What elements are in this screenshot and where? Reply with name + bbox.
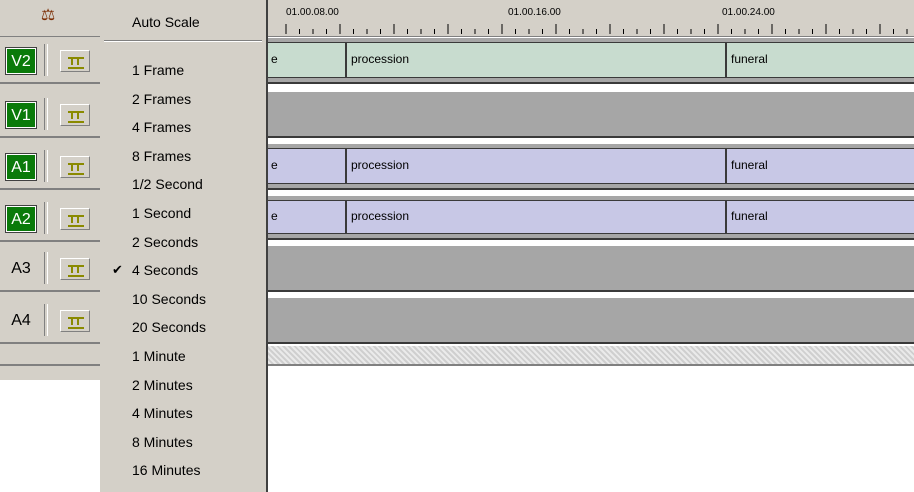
track-lane-v2[interactable]: e procession funeral [266,38,914,84]
menu-item-label: 8 Minutes [132,433,193,450]
track-lane-v1[interactable] [268,92,914,138]
menu-item[interactable]: 8 Minutes [100,428,266,456]
track-toggle-v2[interactable]: V2 [5,47,37,75]
menu-item-label: 8 Frames [132,147,192,164]
menu-item-auto-scale[interactable]: Auto Scale [100,8,266,36]
track-lane-a3[interactable] [268,246,914,292]
menu-item[interactable]: 1 Second [100,199,266,227]
clip[interactable]: procession [346,200,726,234]
checkmark-icon: ✔ [112,262,123,278]
clip[interactable]: funeral [726,200,914,234]
balance-scale-icon[interactable]: ⚖ [36,6,60,26]
timecode-ruler[interactable]: 01.00.08.00 01.00.16.00 01.00.24.00 [268,0,914,37]
menu-item[interactable]: 1/2 Second [100,170,266,198]
divider [44,98,48,130]
menu-item[interactable]: 4 Minutes [100,399,266,427]
divider [44,304,48,336]
menu-item-label: 4 Minutes [132,405,193,422]
menu-item[interactable]: 2 Seconds [100,228,266,256]
menu-item[interactable]: 8 Frames [100,142,266,170]
sync-lock-icon[interactable] [60,208,90,230]
clip[interactable]: e [266,42,346,78]
sync-lock-icon[interactable] [60,258,90,280]
track-toggle-a1[interactable]: A1 [5,153,37,181]
track-lane-a1[interactable]: e procession funeral [266,144,914,190]
divider [44,252,48,284]
track-toggle-a4[interactable]: A4 [6,308,36,334]
track-lane-a2[interactable]: e procession funeral [266,196,914,240]
track-toggle-v1[interactable]: V1 [5,101,37,129]
menu-item[interactable]: 2 Minutes [100,371,266,399]
menu-item-label: 20 Seconds [132,319,206,336]
menu-item[interactable]: 1 Minute [100,342,266,370]
track-lane-a4[interactable] [268,298,914,344]
sync-lock-icon[interactable] [60,104,90,126]
menu-item[interactable]: 16 Minutes [100,456,266,484]
menu-item-label: 2 Frames [132,90,192,107]
clip[interactable]: e [266,200,346,234]
menu-item-label: 2 Minutes [132,376,193,393]
sync-lock-icon[interactable] [60,310,90,332]
track-header-a1: A1 [0,144,100,190]
scale-header: ⚖ [0,0,100,37]
menu-item[interactable]: ✔ 4 Seconds [100,256,266,284]
sync-lock-icon[interactable] [60,50,90,72]
menu-item-label: 2 Seconds [132,233,199,250]
clip[interactable]: procession [346,42,726,78]
menu-item[interactable]: 1 Frame [100,56,266,84]
menu-item[interactable]: 10 Seconds [100,285,266,313]
menu-item-label: 1/2 Second [132,176,203,193]
ruler-tick-label: 01.00.16.00 [508,7,561,18]
scrollbar-left-cap [0,346,100,366]
menu-item-label: 4 Frames [132,119,192,136]
track-header-v2: V2 [0,38,100,84]
clip[interactable]: e [266,148,346,184]
menu-item-label: 1 Minute [132,348,186,364]
divider [44,44,48,76]
sync-lock-icon[interactable] [60,156,90,178]
menu-item-label: 16 Minutes [132,462,201,479]
ruler-ticks [285,24,908,34]
track-header-a4: A4 [0,298,100,344]
track-toggle-a3[interactable]: A3 [6,256,36,282]
clip[interactable]: funeral [726,148,914,184]
track-toggle-a2[interactable]: A2 [5,205,37,233]
menu-item[interactable]: 4 Frames [100,113,266,141]
ruler-tick-label: 01.00.24.00 [722,7,775,18]
track-header-a3: A3 [0,246,100,292]
menu-item-label: 4 Seconds [132,262,199,279]
divider [44,202,48,234]
menu-item-label: 1 Frame [132,62,185,78]
divider [44,150,48,182]
track-header-a2: A2 [0,196,100,242]
clip[interactable]: procession [346,148,726,184]
menu-item[interactable]: 20 Seconds [100,313,266,341]
track-header-v1: V1 [0,92,100,138]
ruler-tick-label: 01.00.08.00 [286,7,339,18]
zoom-scale-menu: Auto Scale 1 Frame 2 Frames 4 Frames 8 Fram… [100,0,268,492]
menu-item[interactable]: 2 Frames [100,85,266,113]
menu-item-label: 10 Seconds [132,290,206,307]
menu-separator [104,40,262,42]
menu-item-label: 1 Second [132,205,192,221]
clip[interactable]: funeral [726,42,914,78]
